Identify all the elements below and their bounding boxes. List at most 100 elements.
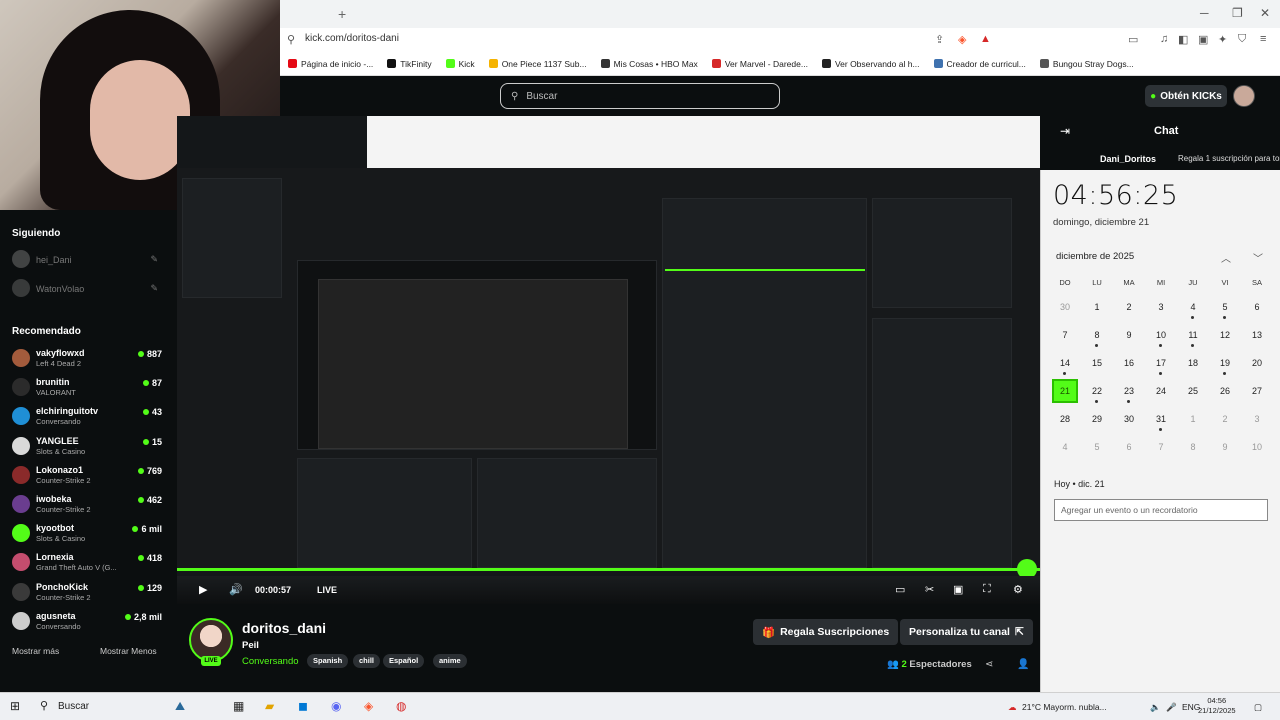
calendar-day[interactable]: 1 [1177,414,1209,424]
calendar-day[interactable]: 5 [1081,442,1113,452]
address-bar[interactable]: ⚲ kick.com/doritos-dani ⇪ ◈ ▲ ▭ ♫ ◧ ▣ ✦ … [280,28,1280,52]
share-channel-icon[interactable]: ⋖ [985,659,993,670]
next-month-icon[interactable]: ﹀ [1253,250,1263,265]
calendar-day[interactable]: 18 [1177,358,1209,368]
minimize-icon[interactable]: ─ [1200,6,1209,20]
share-icon[interactable]: ⇪ [935,33,944,46]
calendar-day[interactable]: 29 [1081,414,1113,424]
calendar-day[interactable]: 24 [1145,386,1177,396]
stream-tag[interactable]: anime [433,654,467,668]
brave-icon[interactable]: ◈ [364,699,373,713]
following-channel[interactable]: hei_Dani ✎ [12,248,162,274]
recommended-channel[interactable]: brunitin VALORANT 87 [12,376,162,402]
calendar-day[interactable]: 26 [1209,386,1241,396]
notifications-off-icon[interactable]: ✎ [150,254,158,265]
calendar-day[interactable]: 7 [1049,330,1081,340]
video-player[interactable]: ▶ 🔊 00:00:57 LIVE ▭ ✂ ▣ ⛶ ⚙ [177,116,1040,604]
following-channel[interactable]: WatonVolao ✎ [12,277,162,303]
maximize-icon[interactable]: ❐ [1232,6,1243,20]
settings-icon[interactable]: ⚙ [1013,583,1023,596]
calendar-day[interactable]: 12 [1209,330,1241,340]
calendar-day[interactable]: 28 [1049,414,1081,424]
taskbar-clock[interactable]: 04:56 21/12/2025 [1198,696,1236,716]
calendar-day[interactable]: 10 [1241,442,1273,452]
media-icon[interactable]: ♫ [1160,33,1168,45]
calendar-day[interactable]: 4 [1177,302,1209,312]
customize-channel-button[interactable]: Personaliza tu canal ⇱ [900,619,1033,645]
calendar-day[interactable]: 30 [1113,414,1145,424]
recommended-channel[interactable]: agusneta Conversando 2,8 mil [12,610,162,636]
play-icon[interactable]: ▶ [199,583,207,596]
recommended-channel[interactable]: vakyflowxd Left 4 Dead 2 887 [12,347,162,373]
calendar-month[interactable]: diciembre de 2025 [1056,251,1134,262]
recommended-channel[interactable]: PonchoKick Counter-Strike 2 129 [12,581,162,607]
calendar-day[interactable]: 11 [1177,330,1209,340]
calendar-day[interactable]: 20 [1241,358,1273,368]
weather-text[interactable]: 21°C Mayorm. nubla... [1022,702,1107,712]
calendar-day[interactable]: 31 [1145,414,1177,424]
user-avatar[interactable] [1233,85,1255,107]
calendar-day[interactable]: 2 [1113,302,1145,312]
channel-name[interactable]: doritos_dani [242,620,326,636]
calendar-day[interactable]: 9 [1113,330,1145,340]
prev-month-icon[interactable]: ︿ [1221,250,1231,265]
site-info-icon[interactable]: ⚲ [287,33,295,46]
windows-start-icon[interactable]: ⊞ [10,699,20,713]
calendar-day[interactable]: 30 [1049,302,1081,312]
url-text[interactable]: kick.com/doritos-dani [305,33,399,44]
calendar-day[interactable]: 27 [1241,386,1273,396]
get-kicks-button[interactable]: ● Obtén KICKs [1145,85,1227,107]
close-window-icon[interactable]: ✕ [1260,6,1270,20]
menu-icon[interactable]: ≡ [1260,33,1266,45]
recommended-channel[interactable]: iwobeka Counter-Strike 2 462 [12,493,162,519]
reader-mode-icon[interactable]: ▭ [1128,33,1138,46]
calendar-day[interactable]: 4 [1049,442,1081,452]
calendar-day[interactable]: 17 [1145,358,1177,368]
calendar-day[interactable]: 19 [1209,358,1241,368]
file-explorer-icon[interactable]: ▰ [265,699,274,713]
theater-mode-icon[interactable]: ▭ [895,583,905,596]
calendar-day[interactable]: 2 [1209,414,1241,424]
bookmark-item[interactable]: Kick [445,59,475,69]
calendar-day[interactable]: 25 [1177,386,1209,396]
bookmark-item[interactable]: Página de inicio -... [288,59,373,69]
calendar-day[interactable]: 14 [1049,358,1081,368]
stream-tag[interactable]: Spanish [307,654,349,668]
calendar-day[interactable]: 6 [1241,302,1273,312]
calendar-day[interactable]: 3 [1145,302,1177,312]
bookmark-item[interactable]: Ver Marvel - Darede... [711,59,808,69]
recommended-channel[interactable]: YANGLEE Slots & Casino 15 [12,435,162,461]
calendar-day[interactable]: 8 [1177,442,1209,452]
volume-tray-icon[interactable]: 🔈 [1150,702,1161,713]
clip-icon[interactable]: ✂ [925,583,934,596]
calendar-day[interactable]: 1 [1081,302,1113,312]
show-more-button[interactable]: Mostrar más [12,646,59,656]
bookmark-item[interactable]: One Piece 1137 Sub... [488,59,587,69]
recommended-channel[interactable]: kyootbot Slots & Casino 6 mil [12,522,162,548]
leo-icon[interactable]: ✦ [1218,33,1227,46]
search-box[interactable]: ⚲ Buscar [500,83,780,109]
calendar-day[interactable]: 7 [1145,442,1177,452]
bookmark-item[interactable]: Creador de curricul... [933,59,1026,69]
sidebar-toggle-icon[interactable]: ◧ [1178,33,1188,46]
discord-icon[interactable]: ◉ [331,699,341,713]
calendar-day[interactable]: 16 [1113,358,1145,368]
calendar-day[interactable]: 21 [1052,379,1078,403]
calendar-day[interactable]: 23 [1113,386,1145,396]
bookmark-item[interactable]: Bungou Stray Dogs... [1039,59,1134,69]
calendar-day[interactable]: 13 [1241,330,1273,340]
mic-tray-icon[interactable]: 🎤 [1166,702,1177,713]
notifications-off-icon[interactable]: ✎ [150,283,158,294]
brave-shield-icon[interactable]: ◈ [958,33,966,46]
calendar-day[interactable]: 15 [1081,358,1113,368]
recommended-channel[interactable]: Lornexia Grand Theft Auto V (G... 418 [12,551,162,577]
bookmark-item[interactable]: Mis Cosas • HBO Max [600,59,698,69]
stream-category[interactable]: Conversando [242,656,299,667]
calendar-day[interactable]: 8 [1081,330,1113,340]
show-less-button[interactable]: Mostrar Menos [100,646,157,656]
task-view-icon[interactable]: ▦ [233,699,244,713]
store-icon[interactable]: ◼ [298,699,308,713]
calendar-day[interactable]: 3 [1241,414,1273,424]
volume-icon[interactable]: 🔊 [229,583,243,596]
calendar-day[interactable]: 9 [1209,442,1241,452]
